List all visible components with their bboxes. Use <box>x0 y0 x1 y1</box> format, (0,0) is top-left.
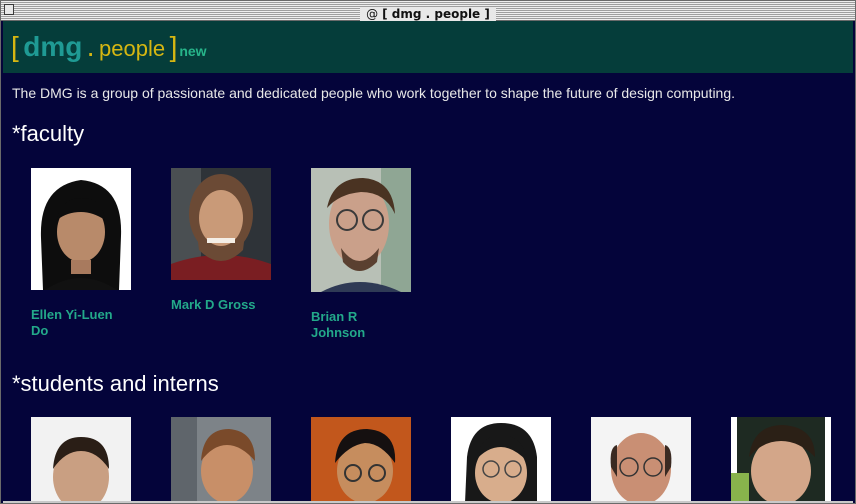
person-name[interactable]: Ellen Yi-Luen Do <box>31 307 131 339</box>
student-photo[interactable] <box>731 417 831 503</box>
portrait-image <box>591 417 691 503</box>
page-icon: @ <box>366 7 379 21</box>
page-content: [ dmg . people ] new The DMG is a group o… <box>3 21 853 503</box>
portrait-image <box>171 417 271 503</box>
portrait-image <box>171 168 271 280</box>
logo-bracket-close: ] <box>169 31 178 62</box>
window-title: @[ dmg . people ] <box>1 3 855 22</box>
person-photo[interactable] <box>311 168 411 292</box>
person-name[interactable]: Mark D Gross <box>171 297 271 313</box>
portrait-image <box>731 417 831 503</box>
site-logo[interactable]: [ dmg . people ] new <box>11 31 207 63</box>
person-photo[interactable] <box>171 168 271 280</box>
student-photo[interactable] <box>311 417 411 503</box>
logo-dot: . <box>86 31 95 62</box>
new-link[interactable]: new <box>179 43 206 59</box>
portrait-image <box>311 417 411 503</box>
title-bar[interactable]: @[ dmg . people ] <box>1 1 855 22</box>
window-title-text: [ dmg . people ] <box>382 7 490 21</box>
student-photo[interactable] <box>171 417 271 503</box>
student-photo[interactable] <box>451 417 551 503</box>
faculty-heading: *faculty <box>12 121 85 146</box>
person-name[interactable]: Brian R Johnson <box>311 309 411 341</box>
intro-text: The DMG is a group of passionate and ded… <box>12 85 736 101</box>
students-heading: *students and interns <box>12 371 219 396</box>
portrait-image <box>31 417 131 503</box>
portrait-image <box>451 417 551 503</box>
portrait-image <box>31 168 131 290</box>
logo-dmg: dmg <box>23 31 83 62</box>
person-photo[interactable] <box>31 168 131 290</box>
portrait-image <box>311 168 411 292</box>
browser-window: @[ dmg . people ] [ dmg . people ] new Th… <box>0 0 856 504</box>
page-header: [ dmg . people ] new <box>3 21 853 73</box>
logo-bracket-open: [ <box>11 31 19 62</box>
window-title-label: @[ dmg . people ] <box>360 7 496 22</box>
student-photo[interactable] <box>591 417 691 503</box>
student-photo[interactable] <box>31 417 131 503</box>
logo-people: people <box>99 36 166 61</box>
window-bottom-edge <box>3 501 853 503</box>
